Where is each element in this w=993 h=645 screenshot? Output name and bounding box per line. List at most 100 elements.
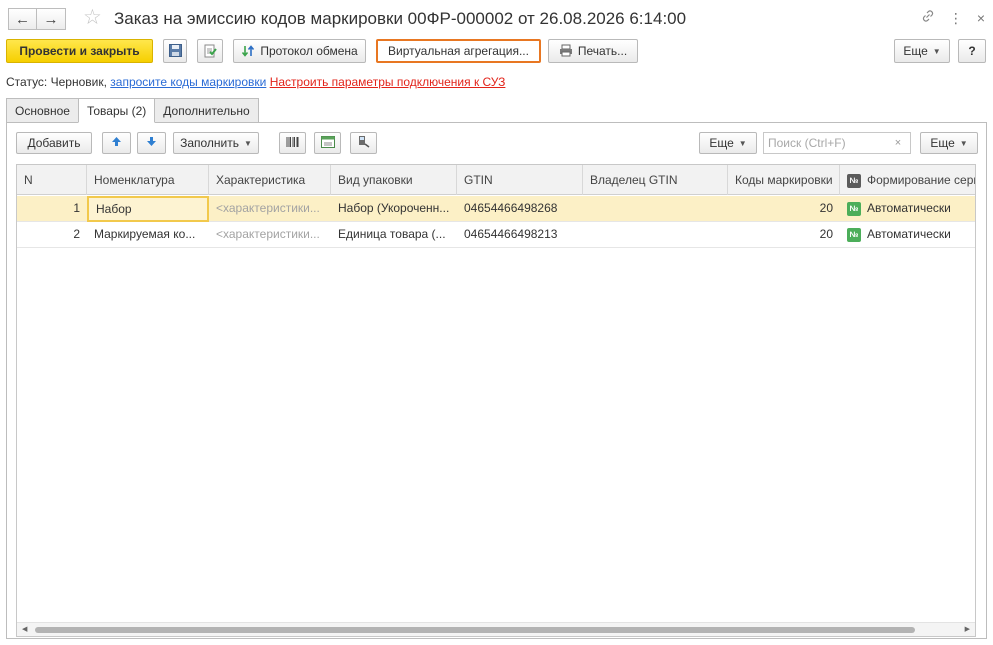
cell-gtin-owner[interactable] [583, 196, 728, 222]
cell-item[interactable]: Маркируемая ко... [87, 222, 209, 248]
printer-icon [559, 44, 573, 58]
cell-series-label: Автоматически [867, 201, 951, 215]
title-bar: ← → ☆ Заказ на эмиссию кодов маркировки … [0, 0, 993, 38]
command-bar: Провести и закрыть Протокол обмена Вирту… [0, 39, 993, 65]
table-header: N Номенклатура Характеристика Вид упаков… [17, 165, 976, 195]
post-and-close-button[interactable]: Провести и закрыть [6, 39, 153, 63]
chevron-down-icon: ▼ [244, 138, 252, 148]
search-box: × [763, 132, 911, 154]
cell-codes[interactable]: 20 [728, 222, 840, 248]
cell-gtin[interactable]: 04654466498268 [457, 196, 583, 222]
move-up-button[interactable] [102, 132, 131, 154]
print-label: Печать... [577, 44, 628, 58]
number-badge-icon: № [847, 201, 861, 216]
exchange-log-button[interactable]: Протокол обмена [233, 39, 366, 63]
post-and-close-label: Провести и закрыть [19, 44, 140, 58]
back-button[interactable]: ← [8, 8, 37, 30]
request-codes-link[interactable]: запросите коды маркировки [110, 75, 266, 89]
arrow-up-icon [111, 136, 122, 150]
more-vertical-icon[interactable]: ⋮ [949, 9, 963, 27]
more-actions-button[interactable]: Еще ▼ [894, 39, 950, 63]
column-header-series[interactable]: № Формирование сери [840, 165, 976, 195]
exchange-log-label: Протокол обмена [260, 44, 358, 58]
column-header-package[interactable]: Вид упаковки [331, 165, 457, 195]
save-button[interactable] [163, 39, 187, 63]
goods-more-button-2[interactable]: Еще ▼ [920, 132, 978, 154]
add-button[interactable]: Добавить [16, 132, 92, 154]
select-goods-button[interactable] [314, 132, 341, 154]
window-title: Заказ на эмиссию кодов маркировки 00ФР-0… [114, 9, 687, 28]
scroll-right-icon[interactable]: ▶ [965, 623, 970, 636]
scanner-button[interactable] [350, 132, 377, 154]
configure-connection-link[interactable]: Настроить параметры подключения к СУЗ [270, 75, 506, 89]
cell-series-label: Автоматически [867, 227, 951, 241]
post-document-icon [203, 44, 217, 58]
favorite-star-icon[interactable]: ☆ [83, 6, 102, 30]
column-header-characteristic[interactable]: Характеристика [209, 165, 331, 195]
cell-gtin-owner[interactable] [583, 222, 728, 248]
chevron-down-icon: ▼ [932, 46, 941, 56]
post-document-button[interactable] [197, 39, 223, 63]
tab-strip: Основное Товары (2) Дополнительно [6, 98, 259, 123]
close-icon[interactable]: × [977, 9, 985, 27]
goods-table: N Номенклатура Характеристика Вид упаков… [16, 164, 976, 637]
help-label: ? [968, 44, 976, 58]
column-header-n[interactable]: N [17, 165, 87, 195]
column-header-gtin-owner[interactable]: Владелец GTIN [583, 165, 728, 195]
link-icon[interactable] [921, 9, 935, 27]
print-button[interactable]: Печать... [548, 39, 638, 63]
window-controls: ⋮ × [921, 9, 985, 27]
cell-series[interactable]: № Автоматически [840, 222, 975, 248]
cell-characteristic[interactable]: <характеристики... [209, 222, 331, 248]
forward-button[interactable]: → [37, 8, 66, 30]
tab-goods[interactable]: Товары (2) [77, 98, 156, 123]
horizontal-scrollbar[interactable]: ◀ ▶ [17, 622, 975, 636]
cell-codes[interactable]: 20 [728, 196, 840, 222]
cell-package[interactable]: Набор (Укороченн... [331, 196, 457, 222]
save-disk-icon [168, 44, 182, 58]
barcode-button[interactable] [279, 132, 306, 154]
fill-button[interactable]: Заполнить ▼ [173, 132, 259, 154]
scrollbar-thumb[interactable] [35, 627, 915, 633]
column-header-codes[interactable]: Коды маркировки [728, 165, 840, 195]
cell-n: 2 [73, 227, 80, 241]
arrow-down-icon [146, 136, 157, 150]
tab-main[interactable]: Основное [6, 98, 79, 123]
cell-package[interactable]: Единица товара (... [331, 222, 457, 248]
goods-more-button[interactable]: Еще ▼ [699, 132, 757, 154]
cell-item[interactable]: Набор [87, 196, 209, 222]
back-arrow-icon: ← [15, 10, 30, 28]
number-badge-icon: № [847, 227, 861, 242]
goods-toolbar: Добавить Заполнить ▼ Еще ▼ Поиск (Ctrl+F… [7, 123, 986, 161]
virtual-aggregation-button[interactable]: Виртуальная агрегация... [376, 39, 541, 63]
cell-characteristic[interactable]: <характеристики... [209, 196, 331, 222]
chevron-down-icon: ▼ [738, 138, 747, 148]
goods-panel: Добавить Заполнить ▼ Еще ▼ Поиск (Ctrl+F… [6, 122, 987, 639]
virtual-aggregation-label: Виртуальная агрегация... [388, 44, 529, 58]
clear-search-icon[interactable]: × [888, 137, 908, 149]
exchange-arrows-icon [241, 44, 255, 58]
help-button[interactable]: ? [958, 39, 986, 63]
cell-gtin[interactable]: 04654466498213 [457, 222, 583, 248]
tab-additional[interactable]: Дополнительно [154, 98, 259, 123]
scanner-icon [357, 135, 370, 151]
status-text: Статус: Черновик, [6, 75, 107, 89]
cell-n: 1 [73, 201, 80, 215]
goods-more-label: Еще [709, 136, 734, 150]
number-badge-icon: № [847, 173, 861, 188]
table-row[interactable]: 2 Маркируемая ко... <характеристики... Е… [17, 222, 975, 248]
status-line: Статус: Черновик, запросите коды маркиро… [6, 74, 505, 90]
search-input[interactable] [764, 134, 888, 152]
cell-series[interactable]: № Автоматически [840, 196, 975, 222]
column-header-item[interactable]: Номенклатура [87, 165, 209, 195]
goods-more-label-2: Еще [930, 136, 955, 150]
scroll-left-icon[interactable]: ◀ [22, 623, 27, 636]
column-header-series-label: Формирование сери [867, 173, 976, 187]
table-row[interactable]: 1 Набор <характеристики... Набор (Укороч… [17, 196, 975, 222]
fill-label: Заполнить [180, 136, 239, 150]
column-header-gtin[interactable]: GTIN [457, 165, 583, 195]
nav-buttons: ← → [8, 8, 66, 30]
chevron-down-icon: ▼ [959, 138, 968, 148]
forward-arrow-icon: → [43, 10, 59, 28]
move-down-button[interactable] [137, 132, 166, 154]
